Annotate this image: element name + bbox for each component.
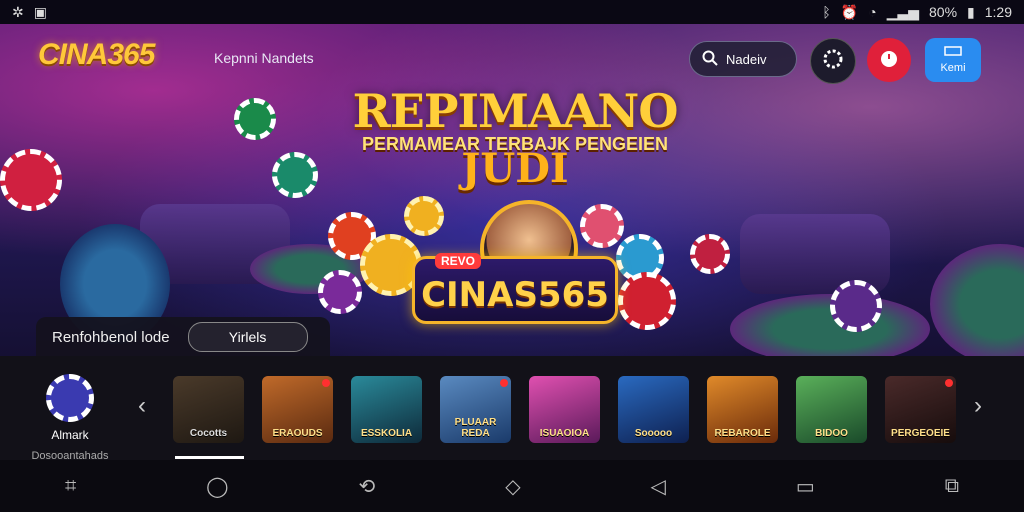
game-label: ISUAOIOA (539, 428, 590, 439)
search-icon (702, 50, 718, 69)
subnav-link[interactable]: Kepnni Nandets (214, 50, 314, 66)
cast-icon[interactable]: ⧉ (945, 475, 959, 498)
game-tile[interactable]: BIDOO (796, 376, 867, 443)
game-carousel: Almark Dosooantahads ‹ Cocotts ERAOUDS E… (0, 356, 1024, 462)
timer-icon (878, 47, 900, 74)
poker-chip-icon (46, 374, 94, 422)
gallery-icon: ▣ (33, 3, 47, 20)
game-label: Cocotts (189, 428, 228, 439)
hero-banner[interactable]: CINA365 Kepnni Nandets Nadeiv Kemi REPIM… (0, 24, 1024, 356)
poker-chip-icon (830, 280, 882, 332)
game-label: BIDOO (815, 428, 848, 439)
badge-tag: REVO (435, 253, 482, 269)
apps-icon[interactable]: ⌗ (65, 475, 76, 498)
chat-icon[interactable]: ◯ (206, 474, 228, 499)
new-indicator (500, 379, 508, 387)
battery-percent: 80% (929, 4, 958, 20)
game-tile[interactable]: ISUAOIOA (529, 376, 600, 443)
status-bar: ✲ ▣ ᛒ ⏰ ◔ ▁▃▅ 80% ▮ 1:29 (0, 0, 1024, 24)
back-icon[interactable]: ◁ (651, 474, 666, 499)
game-tile[interactable]: REBAROLE (707, 376, 778, 443)
battery-icon: ▮ (967, 3, 975, 20)
window-icon (944, 46, 962, 59)
signal-icon: ▁▃▅ (886, 3, 919, 20)
promo-panel: Renfohbenol lode Yirlels (36, 317, 330, 356)
poker-chip-icon (618, 272, 676, 330)
game-tile[interactable]: Cocotts (173, 376, 244, 443)
game-tile[interactable]: ERAOUDS (262, 376, 333, 443)
gear-icon (821, 47, 845, 76)
login-label: Kemi (940, 62, 966, 74)
sidebar-label: Almark (51, 428, 89, 442)
bluetooth-icon: ᛒ (822, 4, 831, 20)
game-label: PLUAAR REDA (454, 417, 497, 439)
clock: 1:29 (984, 4, 1012, 20)
new-indicator (322, 379, 330, 387)
game-tile[interactable]: ESSKOLIA (351, 376, 422, 443)
promo-label: Renfohbenol lode (52, 328, 170, 346)
casino-table (930, 244, 1024, 356)
timer-button[interactable] (867, 38, 911, 82)
chevron-right-icon[interactable]: › (974, 392, 982, 420)
game-tile[interactable]: Sooooo (618, 376, 689, 443)
cube-icon[interactable]: ◇ (505, 474, 520, 499)
search-button[interactable]: Nadeiv (689, 41, 797, 77)
sidebar-item[interactable]: Almark Dosooantahads (22, 374, 118, 462)
game-label: ESSKOLIA (360, 428, 413, 439)
game-label: REBAROLE (714, 428, 771, 439)
search-label: Nadeiv (726, 51, 767, 67)
wifi-icon: ◔ (868, 4, 877, 20)
hero-headline: REPIMAANO PERMAMEAR TERBAJK PENGEIEN JUD… (340, 84, 690, 192)
hero-badge[interactable]: REVO CINAS565 (412, 253, 618, 324)
poker-chip-icon (318, 270, 362, 314)
new-indicator (945, 379, 953, 387)
game-label: ERAOUDS (272, 428, 323, 439)
spinner-icon: ✲ (12, 3, 24, 20)
gold-coin-icon (404, 196, 444, 236)
active-tab-indicator (175, 456, 244, 459)
poker-chip-icon (272, 152, 318, 198)
game-list: Cocotts ERAOUDS ESSKOLIA PLUAAR REDA ISU… (173, 376, 956, 443)
game-label: Sooooo (634, 428, 673, 439)
alarm-status-icon: ⏰ (840, 3, 859, 20)
system-nav-bar: ⌗ ◯ ⟲ ◇ ◁ ▭ ⧉ (0, 460, 1024, 512)
chevron-left-icon[interactable]: ‹ (138, 392, 146, 420)
poker-chip-icon (690, 234, 730, 274)
game-tile[interactable]: PERGEOEIE (885, 376, 956, 443)
login-button[interactable]: Kemi (925, 38, 981, 82)
poker-chip-icon (234, 98, 276, 140)
back-gesture-icon[interactable]: ⟲ (359, 474, 376, 499)
briefcase-icon[interactable]: ▭ (796, 474, 815, 499)
poker-chip-icon (580, 204, 624, 248)
poker-chip-icon (0, 149, 62, 211)
settings-button[interactable] (810, 38, 856, 84)
game-label: PERGEOEIE (891, 428, 950, 439)
badge-name: CINAS565 (421, 275, 609, 315)
promo-button[interactable]: Yirlels (187, 322, 308, 352)
game-tile[interactable]: PLUAAR REDA (440, 376, 511, 443)
brand-logo[interactable]: CINA365 (38, 38, 155, 72)
hero-title: REPIMAANO (352, 84, 679, 138)
